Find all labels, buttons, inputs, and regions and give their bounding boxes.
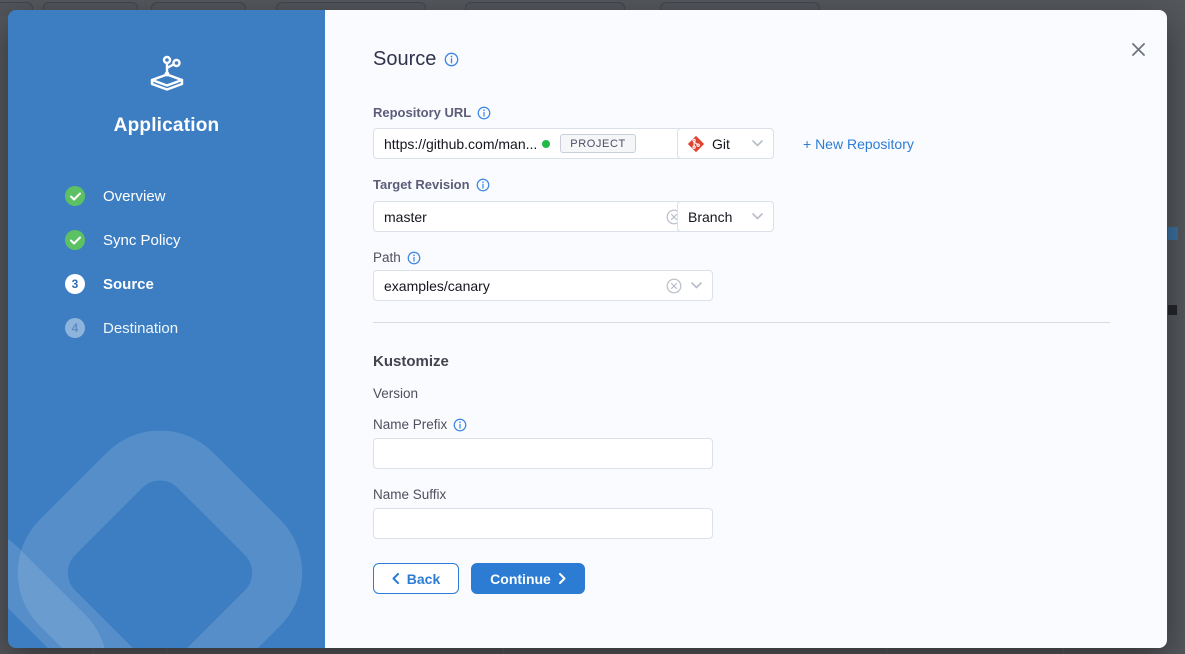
version-label: Version (373, 386, 418, 401)
git-icon (688, 136, 704, 152)
name-prefix-input[interactable] (384, 446, 702, 462)
project-badge: PROJECT (560, 134, 636, 153)
name-suffix-input[interactable] (384, 516, 702, 532)
chevron-left-icon (392, 573, 399, 584)
revision-type-value: Branch (688, 209, 732, 225)
info-icon[interactable] (476, 178, 490, 192)
chevron-down-icon[interactable] (752, 140, 763, 147)
check-icon (65, 230, 85, 250)
info-icon[interactable] (453, 418, 467, 432)
target-revision-label: Target Revision (373, 177, 470, 192)
step-label: Overview (103, 188, 166, 205)
path-field (373, 270, 713, 301)
continue-button-label: Continue (490, 571, 551, 587)
clear-circle-icon[interactable] (666, 278, 682, 294)
step-number: 3 (65, 274, 85, 294)
step-destination[interactable]: 4 Destination (65, 318, 181, 338)
path-input[interactable] (384, 278, 666, 294)
step-label: Source (103, 276, 154, 293)
step-sync-policy[interactable]: Sync Policy (65, 230, 181, 250)
repo-status-dot (542, 140, 550, 148)
background-fragment (1168, 227, 1178, 240)
check-icon (65, 186, 85, 206)
path-label: Path (373, 250, 401, 265)
kustomize-heading: Kustomize (373, 353, 449, 370)
close-icon[interactable] (1127, 38, 1149, 60)
background-divider (503, 648, 504, 654)
page-title: Source (373, 48, 436, 71)
chevron-down-icon[interactable] (691, 282, 702, 289)
step-label: Destination (103, 320, 178, 337)
wizard-title: Application (8, 115, 325, 137)
chevron-down-icon[interactable] (752, 213, 763, 220)
info-icon[interactable] (407, 251, 421, 265)
chevron-right-icon (559, 573, 566, 584)
target-revision-input[interactable] (384, 209, 666, 225)
application-box-branch-icon (8, 52, 325, 96)
repository-url-label: Repository URL (373, 105, 471, 120)
section-divider (373, 322, 1110, 323)
repository-url-value: https://github.com/man... (384, 136, 537, 152)
name-prefix-field (373, 438, 713, 469)
repository-url-select[interactable]: https://github.com/man... PROJECT (373, 128, 713, 159)
wizard-sidebar: Application Overview Sync Policy 3 Sourc… (8, 10, 325, 648)
name-prefix-label: Name Prefix (373, 417, 447, 432)
step-source[interactable]: 3 Source (65, 274, 181, 294)
background-fragment (1168, 305, 1177, 315)
background-divider (1063, 648, 1064, 654)
info-icon[interactable] (444, 52, 459, 67)
back-button-label: Back (407, 571, 440, 587)
wizard-main-panel: Source Repository URL https://github.com… (325, 10, 1167, 648)
wizard-steps: Overview Sync Policy 3 Source 4 Destinat… (65, 186, 181, 362)
step-overview[interactable]: Overview (65, 186, 181, 206)
name-suffix-field (373, 508, 713, 539)
background-divider (93, 648, 94, 654)
step-number: 4 (65, 318, 85, 338)
continue-button[interactable]: Continue (471, 563, 585, 594)
name-suffix-label: Name Suffix (373, 487, 446, 502)
back-button[interactable]: Back (373, 563, 459, 594)
background-divider (166, 648, 167, 654)
application-wizard-modal: Application Overview Sync Policy 3 Sourc… (8, 10, 1167, 648)
background-divider (886, 648, 887, 654)
repo-type-value: Git (712, 136, 730, 152)
revision-type-select[interactable]: Branch (677, 201, 774, 232)
step-label: Sync Policy (103, 232, 181, 249)
repo-type-select[interactable]: Git (677, 128, 774, 159)
new-repository-link[interactable]: + New Repository (803, 136, 914, 152)
target-revision-field (373, 201, 713, 232)
info-icon[interactable] (477, 106, 491, 120)
